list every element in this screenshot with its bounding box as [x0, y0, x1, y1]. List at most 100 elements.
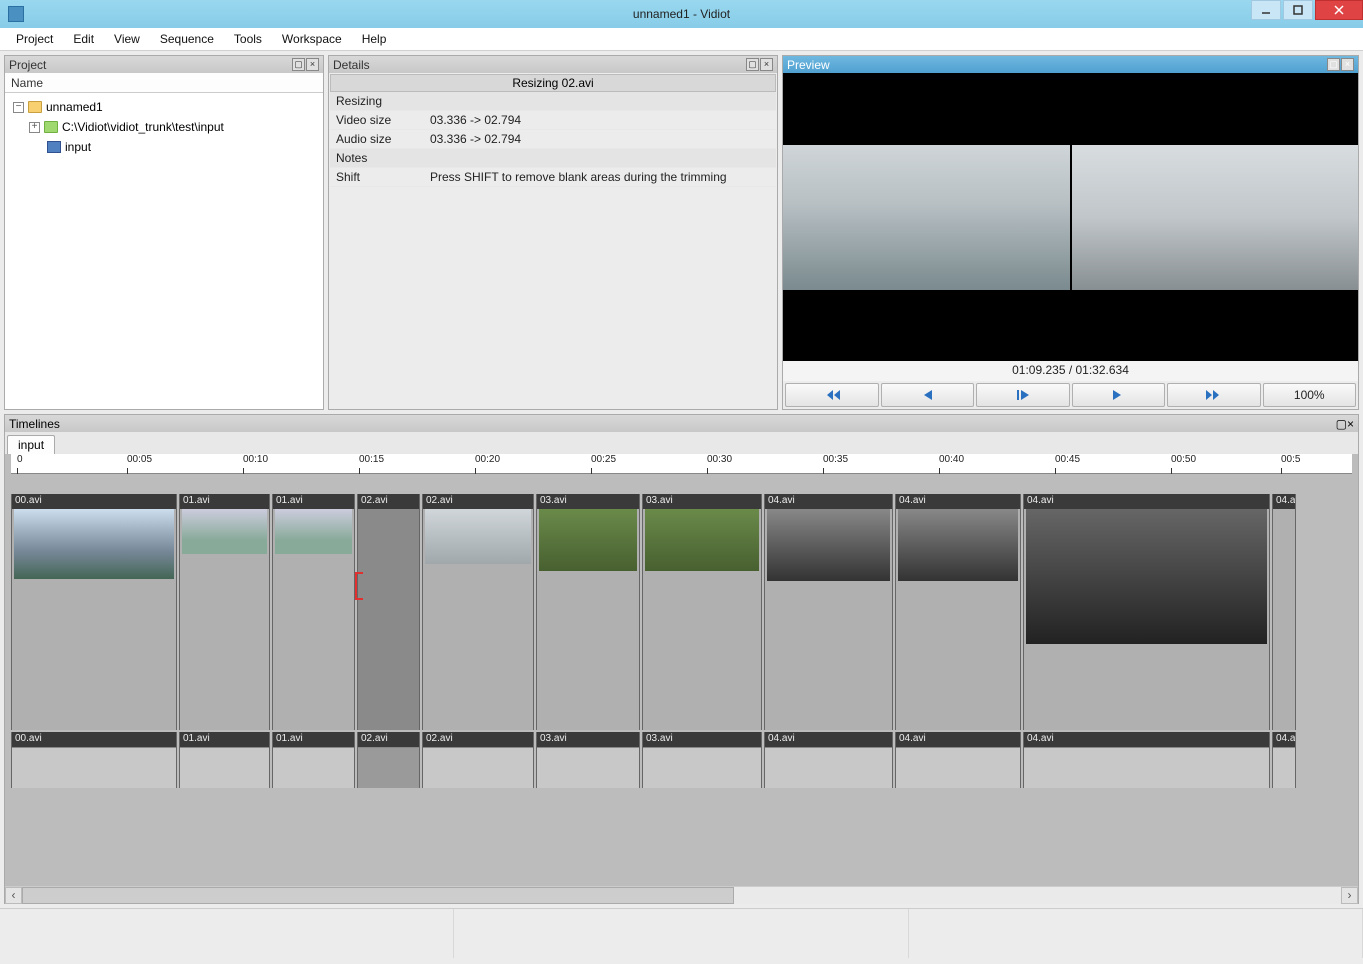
panel-close-icon[interactable]: × [1347, 417, 1354, 431]
timelines-title: Timelines [9, 417, 60, 431]
timelines-panel: Timelines ▢ × input 0 00:05 00:10 00:15 … [4, 414, 1359, 904]
tree-sequence[interactable]: input [9, 137, 319, 157]
shift-value: Press SHIFT to remove blank areas during… [424, 168, 776, 187]
menu-bar: Project Edit View Sequence Tools Workspa… [0, 28, 1363, 51]
audio-track[interactable]: 00.avi 01.avi 01.avi 02.avi 02.avi 03.av… [11, 732, 1352, 788]
clip-thumbnail [1026, 509, 1267, 644]
ruler-tick: 00:25 [591, 454, 616, 465]
ruler-tick: 00:20 [475, 454, 500, 465]
timeline-tab[interactable]: input [7, 435, 55, 454]
panel-close-icon[interactable]: × [760, 58, 773, 71]
video-clip[interactable]: 03.avi [536, 494, 640, 730]
video-clip[interactable]: 04.a [1272, 494, 1296, 730]
audio-clip-selected[interactable]: 02.avi [357, 732, 420, 788]
transport-end-button[interactable] [1167, 383, 1261, 407]
timelines-header[interactable]: Timelines ▢ × [5, 415, 1358, 432]
clip-thumbnail [645, 509, 759, 571]
video-size-key: Video size [330, 111, 424, 130]
panel-dock-icon[interactable]: ▢ [1336, 417, 1347, 431]
transport-begin-button[interactable] [785, 383, 879, 407]
audio-clip[interactable]: 03.avi [536, 732, 640, 788]
close-button[interactable] [1315, 0, 1363, 20]
details-section-notes: Notes [330, 149, 776, 168]
tree-root[interactable]: − unnamed1 [9, 97, 319, 117]
audio-clip[interactable]: 01.avi [179, 732, 270, 788]
expand-icon[interactable]: + [29, 122, 40, 133]
audio-size-key: Audio size [330, 130, 424, 149]
project-panel: Project ▢ × Name − unnamed1 + C:\Vidiot\… [4, 55, 324, 410]
status-bar [0, 908, 1363, 958]
preview-timecode: 01:09.235 / 01:32.634 [783, 361, 1358, 381]
scroll-left-icon[interactable]: ‹ [5, 887, 22, 904]
project-column-header[interactable]: Name [5, 73, 323, 93]
menu-tools[interactable]: Tools [224, 30, 272, 48]
collapse-icon[interactable]: − [13, 102, 24, 113]
maximize-button[interactable] [1283, 0, 1313, 20]
panel-dock-icon[interactable]: ▢ [1327, 58, 1340, 71]
trim-handle-icon[interactable] [355, 572, 363, 600]
menu-view[interactable]: View [104, 30, 150, 48]
details-panel-header[interactable]: Details ▢ × [329, 56, 777, 73]
timeline-ruler[interactable]: 0 00:05 00:10 00:15 00:20 00:25 00:30 00… [11, 454, 1352, 474]
menu-edit[interactable]: Edit [63, 30, 104, 48]
preview-panel-header[interactable]: Preview ▢ × [783, 56, 1358, 73]
details-heading: Resizing 02.avi [330, 74, 776, 92]
ruler-tick: 00:35 [823, 454, 848, 465]
preview-letterbox-bottom [783, 292, 1358, 362]
video-clip[interactable]: 03.avi [642, 494, 762, 730]
scrollbar-track[interactable] [22, 887, 1341, 904]
video-clip-selected[interactable]: 02.avi [357, 494, 420, 730]
video-clip[interactable]: 01.avi [179, 494, 270, 730]
panel-close-icon[interactable]: × [306, 58, 319, 71]
audio-clip[interactable]: 04.avi [895, 732, 1021, 788]
transport-prev-button[interactable] [881, 383, 975, 407]
audio-clip[interactable]: 02.avi [422, 732, 534, 788]
ruler-tick: 00:15 [359, 454, 384, 465]
timeline-horizontal-scrollbar[interactable]: ‹ › [5, 886, 1358, 903]
menu-help[interactable]: Help [352, 30, 397, 48]
minimize-button[interactable] [1251, 0, 1281, 20]
panel-dock-icon[interactable]: ▢ [746, 58, 759, 71]
scrollbar-thumb[interactable] [22, 887, 734, 904]
video-clip[interactable]: 04.avi [895, 494, 1021, 730]
preview-frame-left [783, 145, 1070, 290]
video-clip[interactable]: 04.avi [1023, 494, 1270, 730]
preview-video-area[interactable] [783, 73, 1358, 361]
audio-size-value: 03.336 -> 02.794 [424, 130, 776, 149]
audio-clip[interactable]: 00.avi [11, 732, 177, 788]
audio-clip[interactable]: 04.avi [1023, 732, 1270, 788]
details-section-resizing: Resizing [330, 92, 776, 111]
shift-key: Shift [330, 168, 424, 187]
details-panel-title: Details [333, 58, 370, 72]
menu-workspace[interactable]: Workspace [272, 30, 352, 48]
folder-icon [28, 101, 42, 113]
audio-clip[interactable]: 04.avi [764, 732, 893, 788]
clip-thumbnail [182, 509, 267, 554]
clip-thumbnail [539, 509, 637, 571]
clip-thumbnail [425, 509, 531, 564]
timeline-body[interactable]: 0 00:05 00:10 00:15 00:20 00:25 00:30 00… [5, 454, 1358, 886]
video-clip[interactable]: 04.avi [764, 494, 893, 730]
ruler-tick: 00:5 [1281, 454, 1300, 465]
video-clip[interactable]: 01.avi [272, 494, 355, 730]
timeline-tab-strip: input [5, 432, 1358, 454]
panel-close-icon[interactable]: × [1341, 58, 1354, 71]
preview-zoom[interactable]: 100% [1263, 383, 1357, 407]
tree-folder[interactable]: + C:\Vidiot\vidiot_trunk\test\input [9, 117, 319, 137]
ruler-tick: 00:40 [939, 454, 964, 465]
panel-dock-icon[interactable]: ▢ [292, 58, 305, 71]
audio-clip[interactable]: 01.avi [272, 732, 355, 788]
scroll-right-icon[interactable]: › [1341, 887, 1358, 904]
video-clip[interactable]: 02.avi [422, 494, 534, 730]
project-panel-header[interactable]: Project ▢ × [5, 56, 323, 73]
transport-play-button[interactable] [976, 383, 1070, 407]
video-clip[interactable]: 00.avi [11, 494, 177, 730]
audio-clip[interactable]: 03.avi [642, 732, 762, 788]
menu-sequence[interactable]: Sequence [150, 30, 224, 48]
video-track[interactable]: 00.avi 01.avi 01.avi 02.avi 02.avi 03.av… [11, 494, 1352, 730]
audio-clip[interactable]: 04.a [1272, 732, 1296, 788]
menu-project[interactable]: Project [6, 30, 63, 48]
project-tree[interactable]: − unnamed1 + C:\Vidiot\vidiot_trunk\test… [5, 93, 323, 409]
transport-next-button[interactable] [1072, 383, 1166, 407]
video-size-value: 03.336 -> 02.794 [424, 111, 776, 130]
